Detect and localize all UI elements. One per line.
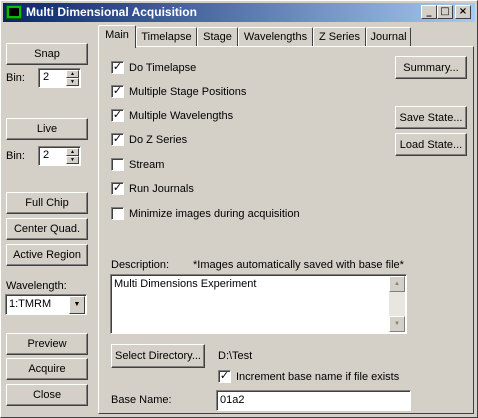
tab-z-series[interactable]: Z Series bbox=[313, 27, 366, 47]
directory-path: D:\Test bbox=[218, 350, 253, 362]
summary-button[interactable]: Summary... bbox=[395, 56, 467, 79]
base-name-value: 01a2 bbox=[220, 394, 245, 406]
checkbox-label: Stream bbox=[129, 158, 165, 171]
multiple-stage-positions-checkbox[interactable]: ✓ Multiple Stage Positions bbox=[111, 85, 246, 98]
multiple-wavelengths-checkbox[interactable]: ✓ Multiple Wavelengths bbox=[111, 109, 233, 122]
tab-journal[interactable]: Journal bbox=[366, 27, 411, 47]
live-button[interactable]: Live bbox=[6, 118, 88, 140]
checkbox-box[interactable]: ✓ bbox=[111, 182, 124, 195]
bin-spinner-live[interactable]: 2 ▲ ▼ bbox=[38, 146, 81, 166]
spin-up-icon[interactable]: ▲ bbox=[66, 148, 79, 156]
base-name-label: Base Name: bbox=[111, 394, 172, 406]
maximize-button[interactable]: □ bbox=[437, 5, 453, 19]
run-journals-checkbox[interactable]: ✓ Run Journals bbox=[111, 182, 194, 195]
full-chip-button[interactable]: Full Chip bbox=[6, 192, 88, 214]
checkbox-box[interactable]: ✓ bbox=[111, 109, 124, 122]
wavelength-label: Wavelength: bbox=[6, 280, 67, 292]
spin-up-icon[interactable]: ▲ bbox=[66, 70, 79, 78]
checkbox-box[interactable] bbox=[111, 158, 124, 171]
do-timelapse-checkbox[interactable]: ✓ Do Timelapse bbox=[111, 61, 196, 74]
base-name-input[interactable]: 01a2 bbox=[216, 390, 411, 411]
scroll-down-icon[interactable]: ▼ bbox=[389, 316, 405, 332]
minimize-images-checkbox[interactable]: Minimize images during acquisition bbox=[111, 207, 300, 220]
bin-label-snap: Bin: bbox=[6, 72, 25, 84]
bin-spinner-snap[interactable]: 2 ▲ ▼ bbox=[38, 68, 81, 88]
chevron-down-icon[interactable]: ▼ bbox=[69, 296, 85, 314]
window-title: Multi Dimensional Acquisition bbox=[26, 5, 197, 19]
acquire-button[interactable]: Acquire bbox=[6, 358, 88, 380]
scroll-up-icon[interactable]: ▲ bbox=[389, 276, 405, 292]
center-quad-button[interactable]: Center Quad. bbox=[6, 218, 88, 240]
checkbox-label: Do Timelapse bbox=[129, 61, 197, 74]
minimize-button[interactable]: _ bbox=[421, 5, 437, 19]
load-state-button[interactable]: Load State... bbox=[395, 133, 467, 156]
checkbox-label: Multiple Wavelengths bbox=[129, 109, 234, 122]
spin-down-icon[interactable]: ▼ bbox=[66, 156, 79, 164]
title-bar[interactable]: Multi Dimensional Acquisition _ □ × bbox=[3, 3, 475, 22]
acquisition-window: Multi Dimensional Acquisition _ □ × Snap… bbox=[0, 0, 478, 418]
bin-value-snap: 2 bbox=[43, 71, 50, 83]
checkbox-label: Increment base name if file exists bbox=[236, 370, 400, 383]
tab-wavelengths[interactable]: Wavelengths bbox=[238, 27, 313, 47]
active-region-button[interactable]: Active Region bbox=[6, 244, 88, 266]
checkbox-label: Minimize images during acquisition bbox=[129, 207, 300, 220]
increment-base-name-checkbox[interactable]: ✓ Increment base name if file exists bbox=[218, 370, 399, 383]
tab-timelapse[interactable]: Timelapse bbox=[136, 27, 197, 47]
select-directory-button[interactable]: Select Directory... bbox=[111, 344, 205, 368]
do-z-series-checkbox[interactable]: ✓ Do Z Series bbox=[111, 133, 187, 146]
checkbox-label: Multiple Stage Positions bbox=[129, 85, 247, 98]
bin-value-live: 2 bbox=[43, 149, 50, 161]
description-note: *Images automatically saved with base fi… bbox=[193, 259, 404, 271]
close-window-button[interactable]: × bbox=[455, 5, 471, 19]
checkbox-box[interactable] bbox=[111, 207, 124, 220]
description-textarea[interactable]: Multi Dimensions Experiment ▲ ▼ bbox=[110, 274, 407, 334]
app-icon bbox=[6, 5, 22, 19]
spin-down-icon[interactable]: ▼ bbox=[66, 78, 79, 86]
wavelength-value: 1:TMRM bbox=[9, 298, 52, 310]
description-scrollbar[interactable]: ▲ ▼ bbox=[389, 276, 405, 332]
description-label: Description: bbox=[111, 259, 170, 271]
main-tab-panel: ✓ Do Timelapse ✓ Multiple Stage Position… bbox=[98, 46, 474, 414]
description-value: Multi Dimensions Experiment bbox=[114, 278, 257, 290]
tab-stage[interactable]: Stage bbox=[197, 27, 238, 47]
checkbox-box[interactable]: ✓ bbox=[218, 370, 231, 383]
close-button[interactable]: Close bbox=[6, 384, 88, 406]
bin-label-live: Bin: bbox=[6, 150, 25, 162]
preview-button[interactable]: Preview bbox=[6, 333, 88, 355]
wavelength-select[interactable]: 1:TMRM ▼ bbox=[5, 294, 87, 315]
checkbox-box[interactable]: ✓ bbox=[111, 133, 124, 146]
checkbox-label: Do Z Series bbox=[129, 133, 188, 146]
checkbox-label: Run Journals bbox=[129, 182, 194, 195]
snap-button[interactable]: Snap bbox=[6, 43, 88, 65]
tab-main[interactable]: Main bbox=[98, 25, 136, 48]
checkbox-box[interactable]: ✓ bbox=[111, 61, 124, 74]
checkbox-box[interactable]: ✓ bbox=[111, 85, 124, 98]
stream-checkbox[interactable]: Stream bbox=[111, 158, 164, 171]
save-state-button[interactable]: Save State... bbox=[395, 106, 467, 129]
